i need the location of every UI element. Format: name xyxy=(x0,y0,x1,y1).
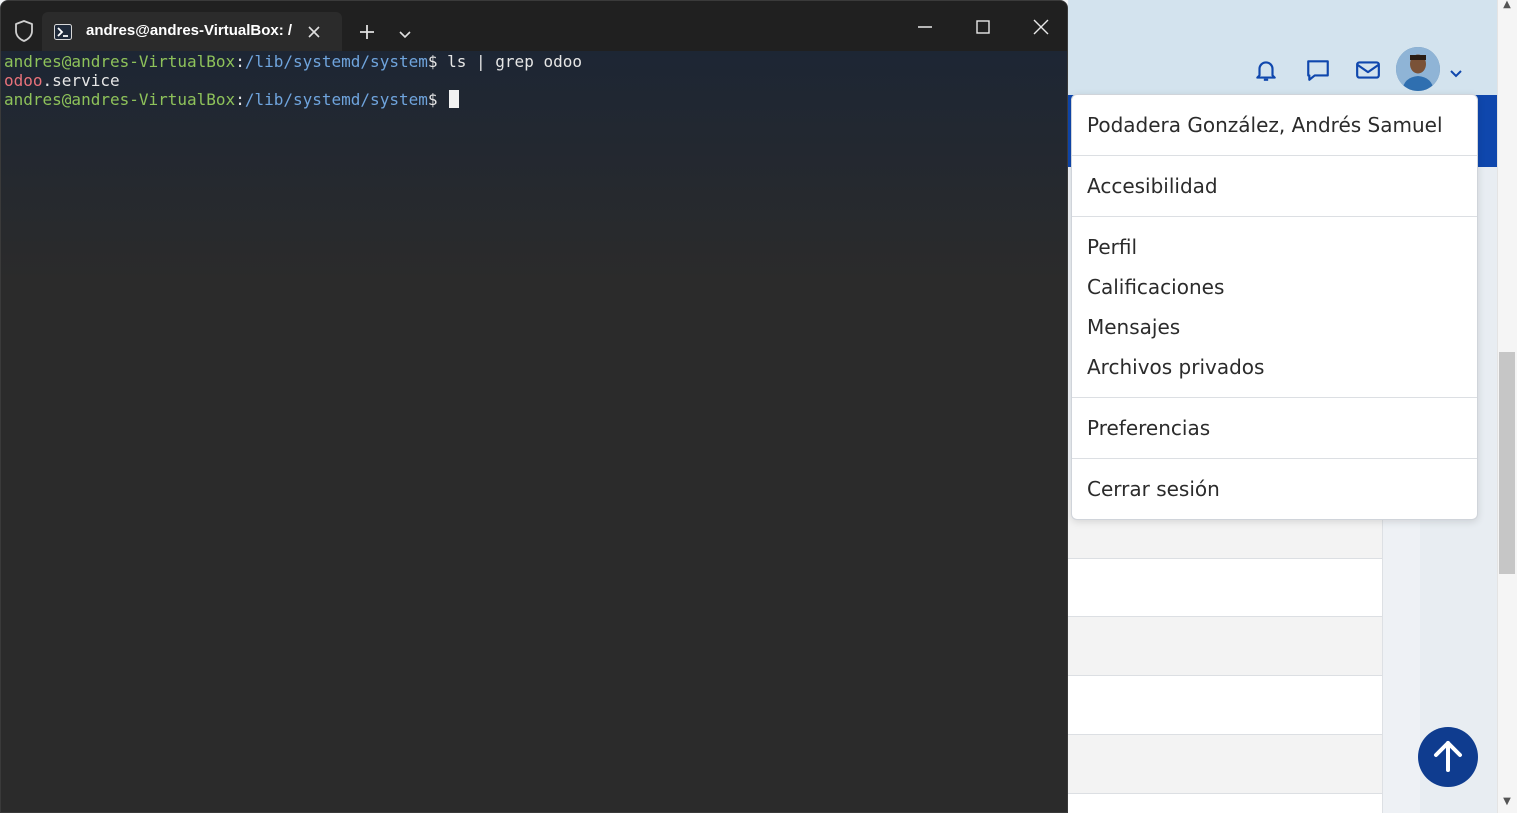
command-text: ls | grep odoo xyxy=(447,52,582,71)
arrow-up-icon xyxy=(1434,741,1462,772)
scrollbar-thumb[interactable] xyxy=(1499,352,1515,574)
minimize-button[interactable] xyxy=(911,15,939,39)
chat-bubble-icon[interactable] xyxy=(1305,57,1331,83)
terminal-window: andres@andres-VirtualBox: /l andres@andr… xyxy=(0,0,1068,813)
table-row[interactable] xyxy=(1068,735,1382,794)
maximize-button[interactable] xyxy=(969,15,997,39)
minimize-icon xyxy=(918,26,932,28)
output-text: .service xyxy=(42,71,120,90)
terminal-line: odoo.service xyxy=(4,71,1064,90)
scroll-up-arrow-icon[interactable]: ▲ xyxy=(1501,0,1513,10)
menu-item-private-files[interactable]: Archivos privados xyxy=(1087,352,1264,382)
prompt-path: /lib/systemd/system xyxy=(244,52,428,71)
tab-terminal[interactable]: andres@andres-VirtualBox: /l xyxy=(42,12,342,51)
chevron-down-icon xyxy=(399,31,411,39)
close-button[interactable] xyxy=(1027,13,1055,41)
menu-divider xyxy=(1072,155,1477,156)
shield-icon[interactable] xyxy=(13,19,35,43)
powershell-icon xyxy=(54,24,72,40)
grep-match: odoo xyxy=(4,71,43,90)
terminal-line: andres@andres-VirtualBox:/lib/systemd/sy… xyxy=(4,52,1064,71)
tab-dropdown-button[interactable] xyxy=(397,26,413,39)
scroll-down-arrow-icon[interactable]: ▼ xyxy=(1501,797,1513,807)
avatar[interactable] xyxy=(1396,47,1440,91)
plus-icon xyxy=(360,25,374,39)
menu-divider xyxy=(1072,397,1477,398)
prompt-separator: : xyxy=(235,52,245,71)
menu-item-logout[interactable]: Cerrar sesión xyxy=(1087,474,1220,504)
terminal-output[interactable]: andres@andres-VirtualBox:/lib/systemd/sy… xyxy=(4,52,1064,812)
menu-item-grades[interactable]: Calificaciones xyxy=(1087,272,1224,302)
bell-icon[interactable] xyxy=(1253,57,1279,83)
scroll-to-top-button[interactable] xyxy=(1418,727,1478,787)
menu-item-accessibility[interactable]: Accesibilidad xyxy=(1087,171,1218,201)
prompt-separator: : xyxy=(235,90,245,109)
user-full-name: Podadera González, Andrés Samuel xyxy=(1087,113,1443,137)
close-icon xyxy=(1033,19,1049,35)
prompt-symbol: $ xyxy=(427,90,448,109)
menu-item-profile[interactable]: Perfil xyxy=(1087,232,1137,262)
prompt-user: andres@andres-VirtualBox xyxy=(4,52,236,71)
terminal-line: andres@andres-VirtualBox:/lib/systemd/sy… xyxy=(4,90,1064,109)
tab-close-icon[interactable] xyxy=(305,23,323,41)
prompt-user: andres@andres-VirtualBox xyxy=(4,90,236,109)
menu-item-preferences[interactable]: Preferencias xyxy=(1087,413,1210,443)
content-table xyxy=(1068,500,1383,813)
prompt-symbol: $ xyxy=(427,52,448,71)
menu-divider xyxy=(1072,216,1477,217)
text-cursor xyxy=(449,90,460,108)
chevron-down-icon[interactable] xyxy=(1449,64,1463,78)
menu-item-messages[interactable]: Mensajes xyxy=(1087,312,1180,342)
table-row[interactable] xyxy=(1068,617,1382,676)
table-row[interactable] xyxy=(1068,676,1382,735)
envelope-icon[interactable] xyxy=(1355,57,1381,83)
user-menu-dropdown: Podadera González, Andrés Samuel Accesib… xyxy=(1071,94,1478,520)
menu-divider xyxy=(1072,458,1477,459)
table-row[interactable] xyxy=(1068,558,1382,617)
tab-title: andres@andres-VirtualBox: /l xyxy=(86,22,292,39)
maximize-icon xyxy=(976,20,990,34)
prompt-path: /lib/systemd/system xyxy=(244,90,428,109)
new-tab-button[interactable] xyxy=(357,22,377,42)
